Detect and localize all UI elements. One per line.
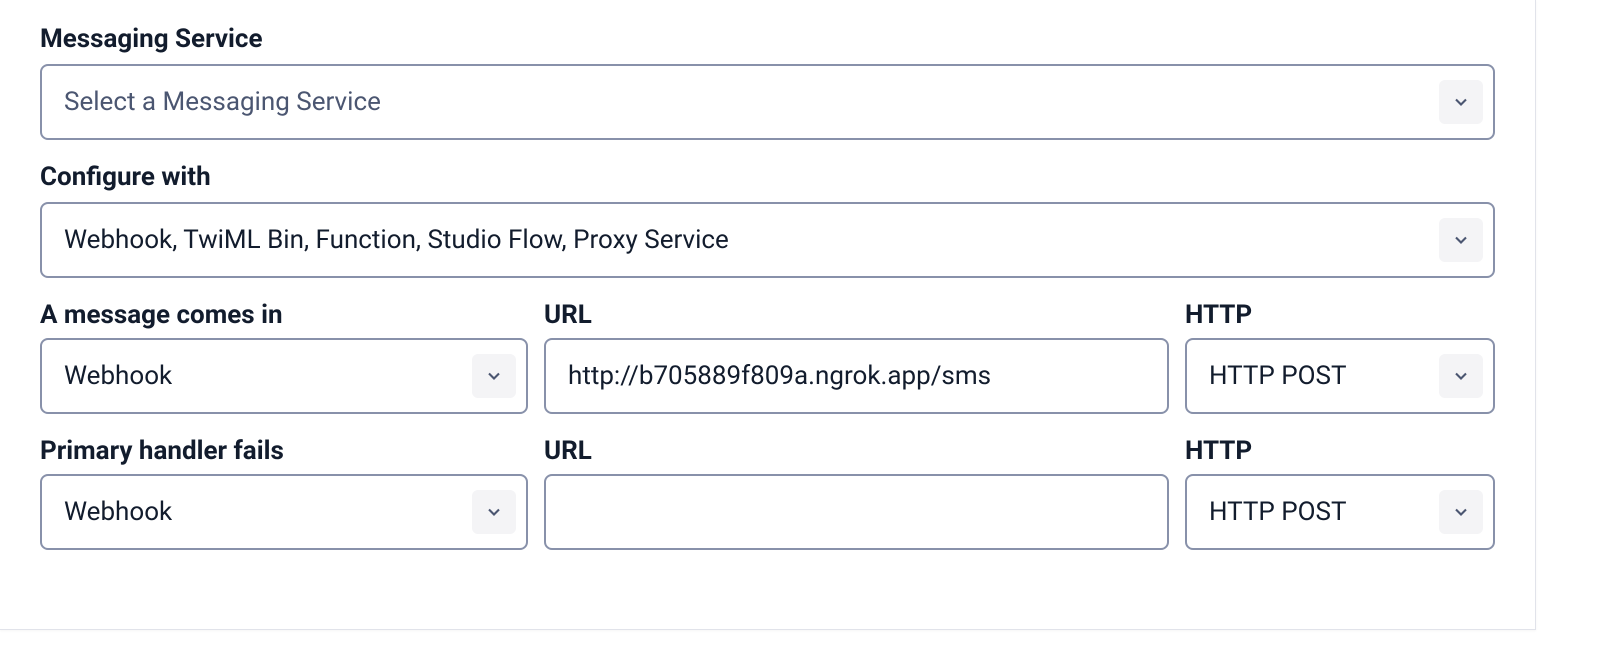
chevron-down-icon [1439,218,1483,262]
configure-with-select[interactable]: Webhook, TwiML Bin, Function, Studio Flo… [40,202,1495,278]
configure-with-field: Configure with Webhook, TwiML Bin, Funct… [40,162,1495,278]
messaging-service-field: Messaging Service Select a Messaging Ser… [40,24,1495,140]
primary-fails-http-value: HTTP POST [1209,497,1347,527]
chevron-down-icon [472,354,516,398]
primary-fails-http-select[interactable]: HTTP POST [1185,474,1495,550]
message-handler-select[interactable]: Webhook [40,338,528,414]
primary-fails-row: Primary handler fails Webhook URL HTTP H… [40,436,1495,550]
messaging-service-label: Messaging Service [40,24,1495,54]
chevron-down-icon [1439,80,1483,124]
message-handler-col: A message comes in Webhook [40,300,528,414]
configure-with-value: Webhook, TwiML Bin, Function, Studio Flo… [64,225,729,255]
chevron-down-icon [1439,490,1483,534]
primary-fails-url-input[interactable] [544,474,1169,550]
configure-with-label: Configure with [40,162,1495,192]
primary-fails-handler-col: Primary handler fails Webhook [40,436,528,550]
messaging-service-select[interactable]: Select a Messaging Service [40,64,1495,140]
primary-fails-http-label: HTTP [1185,436,1495,466]
message-url-col: URL [544,300,1169,414]
message-handler-label: A message comes in [40,300,528,330]
message-http-value: HTTP POST [1209,361,1347,391]
message-http-select[interactable]: HTTP POST [1185,338,1495,414]
primary-fails-handler-select[interactable]: Webhook [40,474,528,550]
primary-fails-handler-label: Primary handler fails [40,436,528,466]
primary-fails-url-label: URL [544,436,1169,466]
chevron-down-icon [1439,354,1483,398]
message-url-label: URL [544,300,1169,330]
messaging-config-panel: Messaging Service Select a Messaging Ser… [0,0,1536,630]
message-url-input[interactable] [544,338,1169,414]
messaging-service-value: Select a Messaging Service [64,87,381,117]
message-http-col: HTTP HTTP POST [1185,300,1495,414]
primary-fails-url-col: URL [544,436,1169,550]
chevron-down-icon [472,490,516,534]
message-handler-value: Webhook [64,361,172,391]
message-comes-in-row: A message comes in Webhook URL HTTP HTTP… [40,300,1495,414]
message-http-label: HTTP [1185,300,1495,330]
primary-fails-handler-value: Webhook [64,497,172,527]
primary-fails-http-col: HTTP HTTP POST [1185,436,1495,550]
